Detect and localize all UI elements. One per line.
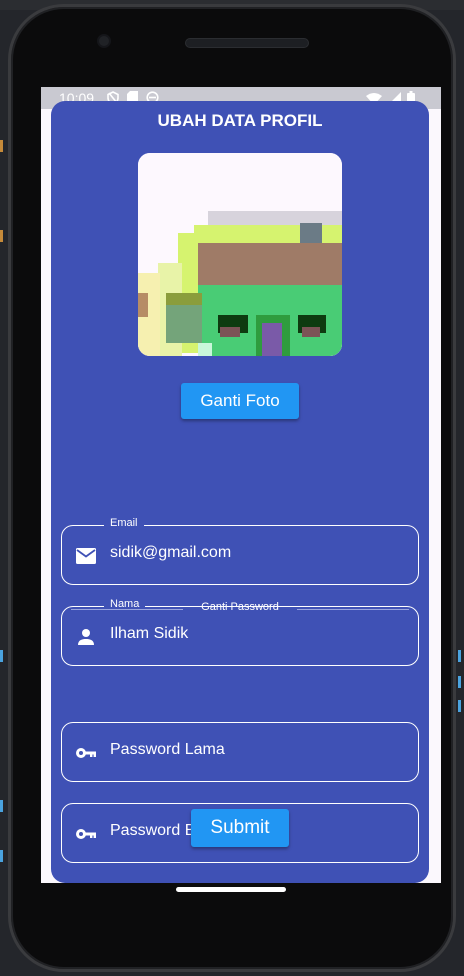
home-indicator[interactable]: [176, 887, 286, 892]
old-password-field[interactable]: [61, 722, 419, 782]
old-password-input[interactable]: [110, 741, 400, 759]
editor-marker: [458, 676, 461, 688]
divider-line-right: [297, 609, 409, 610]
app-screen: 10:09 UBAH DATA PROFIL Ganti Foto Email …: [41, 87, 441, 883]
editor-marker: [0, 140, 3, 152]
editor-marker: [458, 650, 461, 662]
phone-frame: 10:09 UBAH DATA PROFIL Ganti Foto Email …: [8, 4, 456, 972]
editor-marker: [0, 800, 3, 812]
front-camera: [97, 34, 111, 48]
editor-marker: [0, 850, 3, 862]
earpiece-speaker: [185, 38, 309, 48]
profile-photo-image: [138, 153, 342, 356]
name-input[interactable]: [110, 625, 400, 643]
change-password-divider: Ganti Password: [71, 601, 409, 617]
profile-photo: [138, 153, 342, 356]
editor-marker: [458, 700, 461, 712]
email-input[interactable]: [110, 544, 400, 562]
key-icon: [74, 822, 98, 846]
change-photo-button[interactable]: Ganti Foto: [181, 383, 299, 419]
email-field-label: Email: [104, 517, 144, 529]
divider-label: Ganti Password: [201, 601, 279, 613]
profile-edit-card: UBAH DATA PROFIL Ganti Foto Email sidik@…: [51, 101, 429, 883]
key-icon: [74, 741, 98, 765]
submit-button[interactable]: Submit: [191, 809, 289, 847]
page-title: UBAH DATA PROFIL: [157, 111, 323, 130]
editor-marker: [0, 650, 3, 662]
mail-icon: [74, 544, 98, 568]
person-icon: [74, 625, 98, 649]
email-field[interactable]: Email: [61, 517, 419, 585]
editor-marker: [0, 230, 3, 242]
